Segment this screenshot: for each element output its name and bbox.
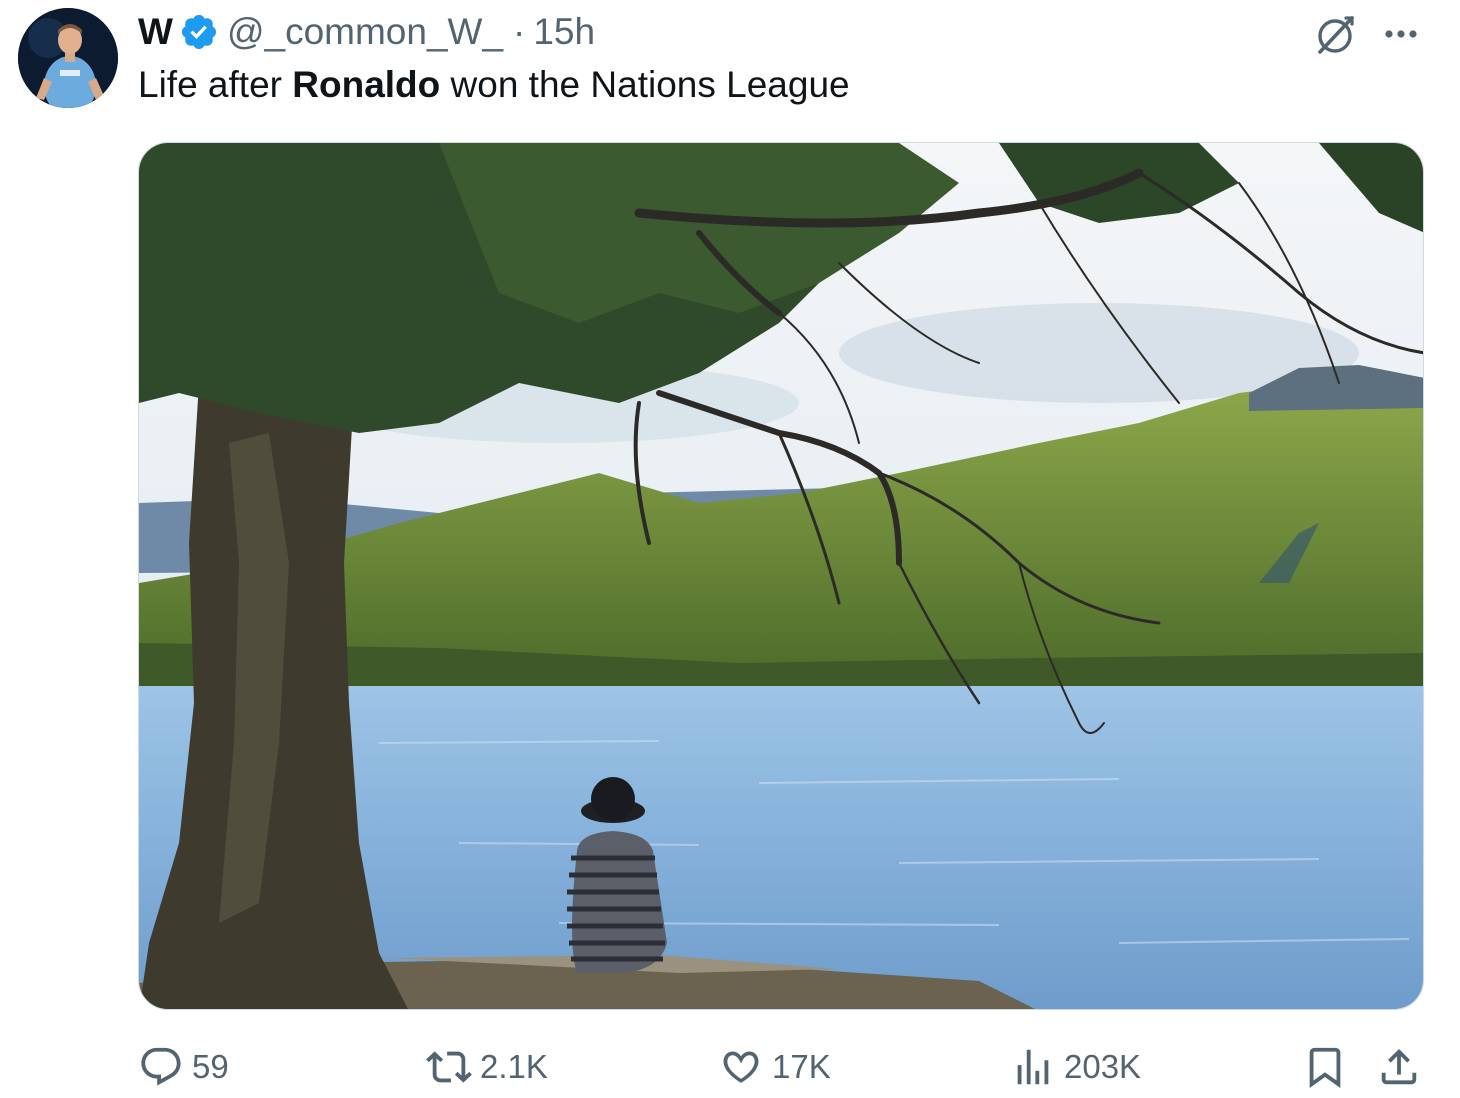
- reply-icon: [141, 1047, 181, 1086]
- like-icon: [723, 1051, 759, 1083]
- timestamp[interactable]: 15h: [533, 11, 595, 53]
- tweet-text-before: Life after: [138, 64, 293, 105]
- tweet-text: Life after Ronaldo won the Nations Leagu…: [138, 64, 850, 106]
- views-button[interactable]: 203K: [1010, 1040, 1141, 1094]
- tweet-text-bold: Ronaldo: [292, 64, 441, 105]
- more-options-icon[interactable]: [1380, 14, 1422, 54]
- tweet-header: W @_common_W_ · 15h: [138, 10, 595, 54]
- tweet-media-image[interactable]: [138, 142, 1424, 1010]
- author-name[interactable]: W: [138, 11, 173, 53]
- like-button[interactable]: 17K: [718, 1040, 831, 1094]
- author-handle[interactable]: @_common_W_: [227, 11, 503, 53]
- reply-button[interactable]: 59: [138, 1040, 229, 1094]
- verified-badge-icon: [179, 12, 219, 52]
- grok-icon[interactable]: [1312, 12, 1358, 58]
- repost-count: 2.1K: [480, 1048, 548, 1085]
- repost-button[interactable]: 2.1K: [426, 1040, 548, 1094]
- tweet-text-after: won the Nations League: [440, 64, 850, 105]
- avatar[interactable]: [18, 8, 118, 108]
- reply-count: 59: [192, 1048, 229, 1085]
- views-icon: [1017, 1049, 1049, 1085]
- share-button[interactable]: [1376, 1040, 1430, 1094]
- bookmark-button[interactable]: [1302, 1040, 1356, 1094]
- like-count: 17K: [772, 1048, 831, 1085]
- share-icon: [1381, 1048, 1417, 1085]
- views-count: 203K: [1064, 1048, 1142, 1085]
- bookmark-icon: [1309, 1047, 1341, 1088]
- repost-icon: [426, 1051, 472, 1083]
- separator-dot: ·: [513, 11, 526, 52]
- tweet-actions: 59 2.1K 17K 203K: [138, 1040, 1428, 1094]
